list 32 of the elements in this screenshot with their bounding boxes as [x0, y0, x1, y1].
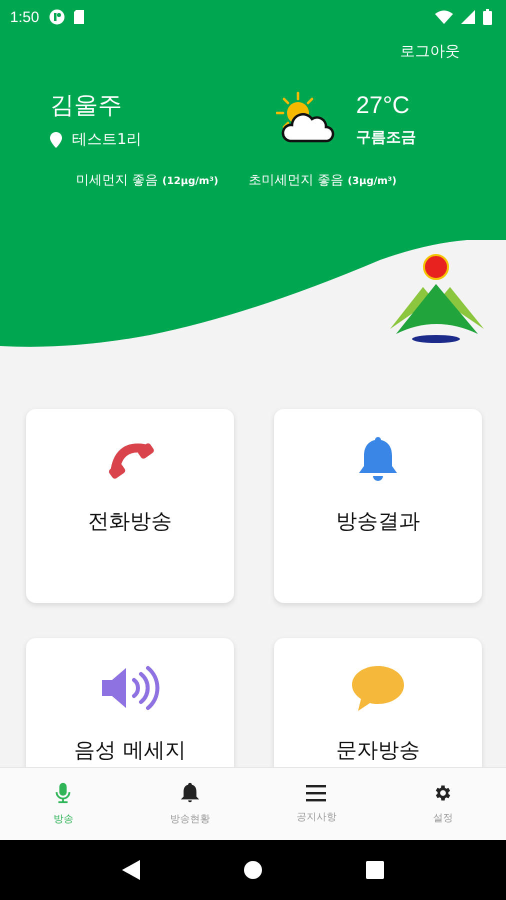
card-label: 문자방송 — [336, 738, 420, 762]
app-notification-icon — [49, 9, 66, 25]
air-quality-text: 미세먼지 좋음 (12μg/m³) — [76, 172, 218, 189]
nav-tab[interactable]: 공지사항 — [253, 768, 380, 840]
signal-icon — [461, 10, 475, 24]
weather-condition: 구름조금 — [356, 128, 416, 146]
air-quality-text: 초미세먼지 좋음 (3μg/m³) — [248, 172, 397, 189]
logout-link[interactable]: 로그아웃 — [400, 42, 460, 61]
status-time: 1:50 — [10, 8, 40, 26]
menu-icon — [306, 784, 326, 802]
location-text: 테스트1리 — [72, 130, 142, 149]
home-icon[interactable] — [242, 860, 263, 880]
nav-tab[interactable]: 방송 — [0, 768, 126, 840]
location-pin-icon — [50, 132, 62, 148]
bell-icon — [180, 782, 200, 804]
back-icon[interactable] — [122, 860, 140, 880]
menu-card[interactable]: 음성 메세지 — [26, 638, 234, 767]
battery-icon — [483, 9, 492, 25]
card-label: 방송결과 — [336, 509, 420, 534]
wifi-icon — [435, 10, 453, 24]
recents-icon[interactable] — [366, 861, 384, 879]
menu-card[interactable]: 문자방송 — [274, 638, 482, 767]
menu-card[interactable]: 전화방송 — [26, 409, 234, 603]
microphone-icon — [53, 782, 74, 804]
user-name: 김울주 — [50, 90, 123, 121]
menu-card[interactable]: 방송결과 — [274, 409, 482, 603]
temperature: 27°C — [356, 92, 411, 120]
card-label: 전화방송 — [88, 509, 172, 534]
nav-tab[interactable]: 설정 — [380, 768, 506, 840]
card-label: 음성 메세지 — [74, 738, 186, 762]
sd-card-icon — [73, 9, 86, 25]
nav-tab[interactable]: 방송현황 — [126, 768, 253, 840]
